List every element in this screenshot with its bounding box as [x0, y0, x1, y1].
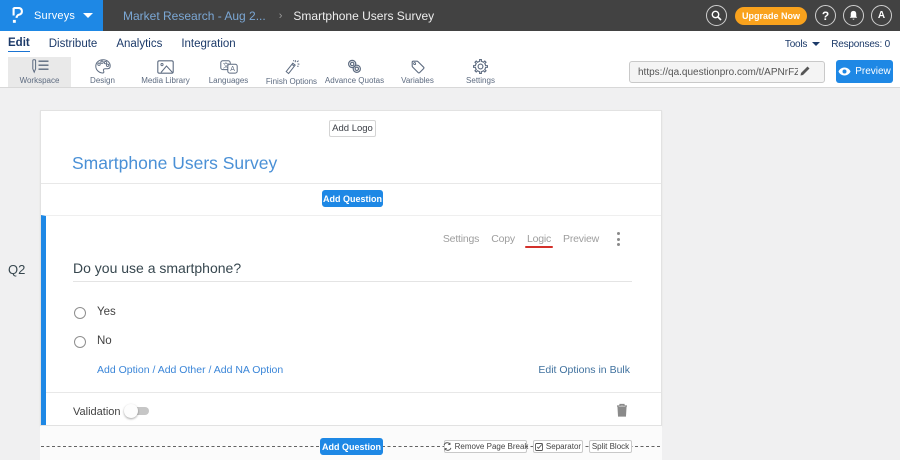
- svg-text:A: A: [230, 66, 235, 73]
